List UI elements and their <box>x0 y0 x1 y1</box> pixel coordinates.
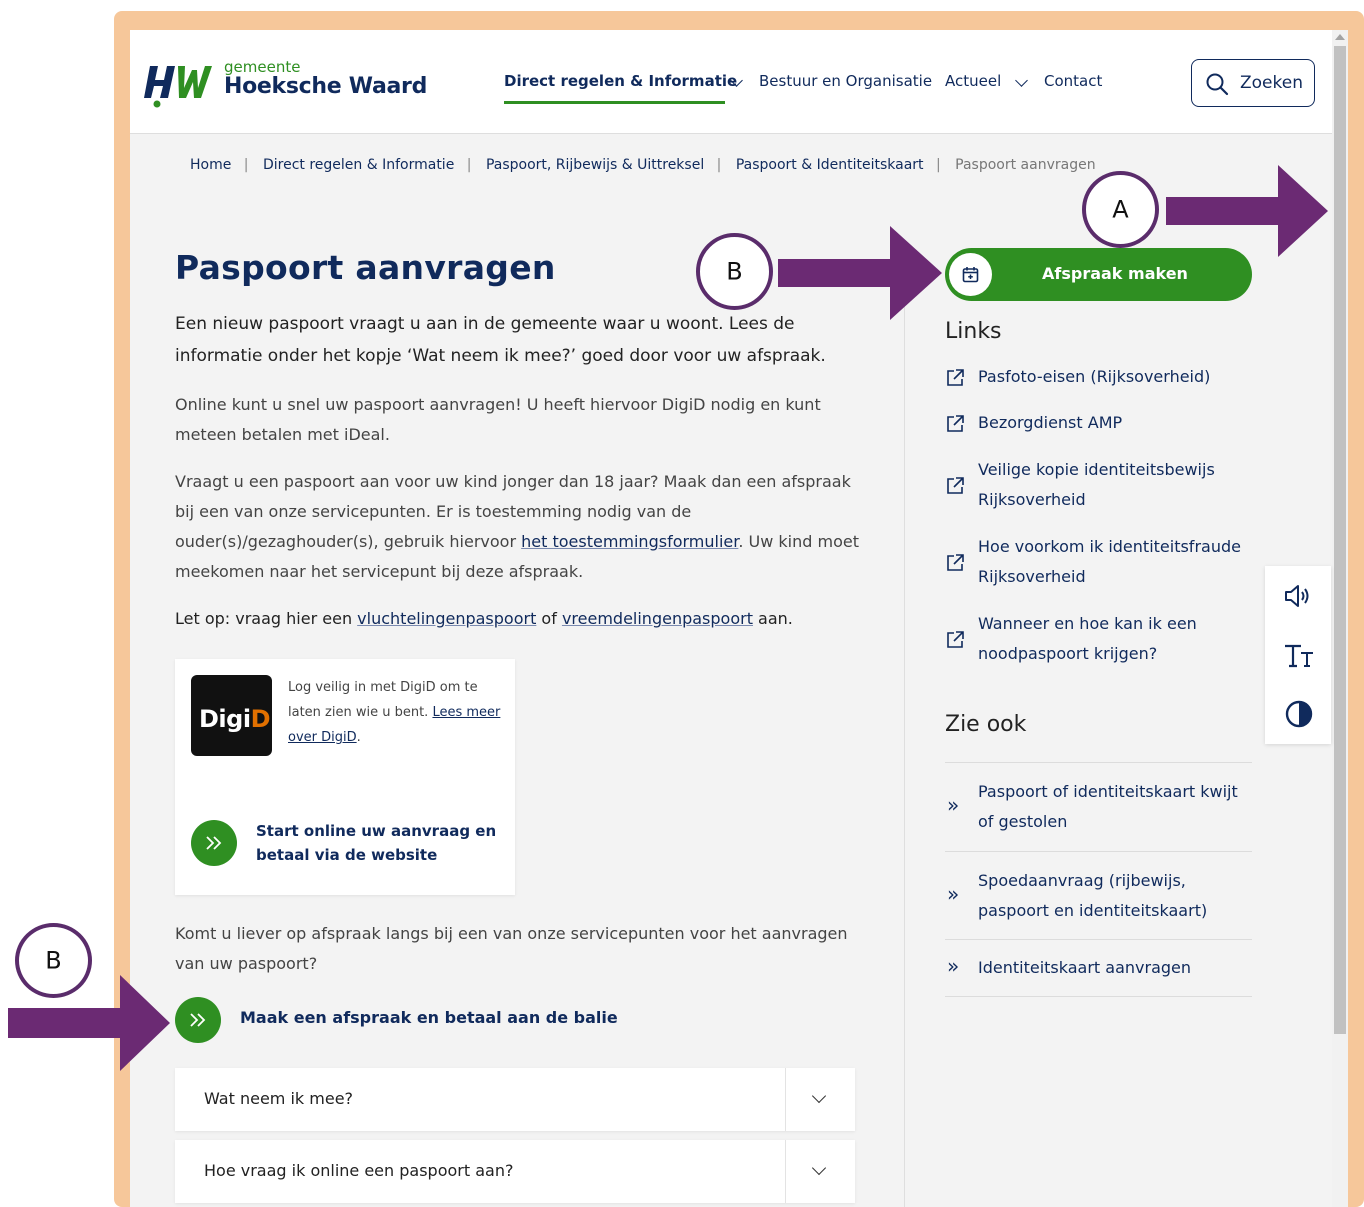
double-chevron-right-icon <box>206 836 222 850</box>
nav-actueel[interactable]: Actueel <box>945 72 1001 90</box>
text-size-icon[interactable] <box>1283 642 1317 670</box>
breadcrumb-paspoort-identiteitskaart[interactable]: Paspoort & Identiteitskaart <box>736 157 924 173</box>
let-op-of: of <box>536 609 562 628</box>
breadcrumb: Home | Direct regelen & Informatie | Pas… <box>190 157 1096 173</box>
nav-contact[interactable]: Contact <box>1044 72 1102 90</box>
see-also-item[interactable]: » Spoedaanvraag (rijbewijs, paspoort en … <box>945 851 1252 939</box>
sidebar-divider <box>904 294 905 1207</box>
digid-info: Log veilig in met DigiD om te laten zien… <box>288 675 508 750</box>
calendar-plus-icon <box>962 267 979 283</box>
see-also-label: of gestolen <box>978 812 1068 831</box>
accessibility-toolbar <box>1265 566 1331 744</box>
calendar-icon <box>949 253 992 296</box>
link-label: Hoe voorkom ik identiteitsfraude <box>978 537 1241 556</box>
links-heading: Links <box>945 319 1002 344</box>
see-also-divider <box>945 996 1252 997</box>
digid-card: DigiD Log veilig in met DigiD om te late… <box>175 659 515 895</box>
link-label: Veilige kopie identiteitsbewijs <box>978 460 1215 479</box>
child-paragraph: Vraagt u een paspoort aan voor uw kind j… <box>175 467 865 587</box>
annotation-arrow-icon <box>1166 165 1328 257</box>
vluchtelingenpaspoort-link[interactable]: vluchtelingenpaspoort <box>357 609 536 628</box>
digid-logo-text-a: Digi <box>199 705 251 733</box>
external-link-icon <box>947 631 964 648</box>
digid-info-end: . <box>356 730 361 745</box>
digid-logo: DigiD <box>191 675 272 756</box>
logo-mark-icon[interactable] <box>144 58 214 108</box>
afspraak-balie-link[interactable]: Maak een afspraak en betaal aan de balie <box>240 1008 618 1027</box>
chevron-down-icon[interactable] <box>1015 74 1028 87</box>
see-also-label: Identiteitskaart aanvragen <box>978 958 1192 977</box>
let-op-text: Let op: vraag hier een <box>175 609 358 628</box>
toestemmingsformulier-link[interactable]: het toestemmingsformulier <box>521 532 738 551</box>
logo-title[interactable]: Hoeksche Waard <box>224 74 427 99</box>
contrast-icon[interactable] <box>1285 700 1313 728</box>
double-chevron-right-icon: » <box>947 954 960 978</box>
external-link-icon <box>947 415 964 432</box>
annotation-b-label: B <box>726 256 743 285</box>
speaker-icon[interactable] <box>1283 583 1313 609</box>
let-op-end: aan. <box>752 609 793 628</box>
annotation-a-circle: A <box>1082 171 1159 248</box>
scrollbar-thumb[interactable] <box>1334 46 1346 1034</box>
accordion-online-aanvragen[interactable]: Hoe vraag ik online een paspoort aan? <box>175 1140 855 1203</box>
nav-bestuur[interactable]: Bestuur en Organisatie <box>759 72 932 90</box>
external-link-icon <box>947 554 964 571</box>
external-link-icon <box>947 477 964 494</box>
link-label: Rijksoverheid <box>978 490 1086 509</box>
search-icon <box>1206 73 1229 96</box>
chevron-down-icon[interactable] <box>811 1088 827 1104</box>
nav-direct-regelen[interactable]: Direct regelen & Informatie <box>504 72 737 90</box>
digid-logo-text-b: D <box>250 705 271 733</box>
page-title: Paspoort aanvragen <box>175 248 556 287</box>
let-op-paragraph: Let op: vraag hier een vluchtelingenpasp… <box>175 604 865 634</box>
accordion-divider <box>785 1140 786 1203</box>
link-label: Rijksoverheid <box>978 567 1086 586</box>
annotation-arrow-icon <box>8 975 170 1071</box>
afspraak-balie-button[interactable] <box>175 997 221 1043</box>
see-also-item[interactable]: » Paspoort of identiteitskaart kwijt of … <box>945 762 1252 851</box>
link-label: Pasfoto-eisen (Rijksoverheid) <box>978 367 1211 386</box>
link-label: noodpaspoort krijgen? <box>978 644 1158 663</box>
accordion-wat-neem-ik-mee[interactable]: Wat neem ik mee? <box>175 1068 855 1131</box>
breadcrumb-paspoort-rijbewijs[interactable]: Paspoort, Rijbewijs & Uittreksel <box>486 157 704 173</box>
scroll-up-arrow[interactable] <box>1335 34 1345 40</box>
accordion-divider <box>785 1068 786 1131</box>
afspraak-paragraph: Komt u liever op afspraak langs bij een … <box>175 924 848 973</box>
annotation-arrow-icon <box>778 226 942 320</box>
intro-text: Een nieuw paspoort vraagt u aan in de ge… <box>175 314 826 366</box>
link-label: Bezorgdienst AMP <box>978 413 1123 432</box>
see-also-label: Spoedaanvraag (rijbewijs, <box>978 871 1186 890</box>
breadcrumb-direct-regelen[interactable]: Direct regelen & Informatie <box>263 157 454 173</box>
online-paragraph: Online kunt u snel uw paspoort aanvragen… <box>175 395 821 444</box>
see-also-item[interactable]: » Identiteitskaart aanvragen <box>945 939 1252 996</box>
see-also-label: Paspoort of identiteitskaart kwijt <box>978 782 1238 801</box>
digid-start-link[interactable]: Start online uw aanvraag en betaal via d… <box>256 819 506 867</box>
breadcrumb-current: Paspoort aanvragen <box>955 157 1096 173</box>
nav-active-underline <box>504 101 725 104</box>
double-chevron-right-icon <box>190 1013 206 1027</box>
search-label: Zoeken <box>1240 73 1303 93</box>
zie-ook-heading: Zie ook <box>945 712 1027 737</box>
see-also-label: paspoort en identiteitskaart) <box>978 901 1208 920</box>
search-button[interactable]: Zoeken <box>1191 59 1315 107</box>
double-chevron-right-icon: » <box>947 882 960 906</box>
annotation-a-label: A <box>1112 194 1129 223</box>
site-header: gemeente Hoeksche Waard Direct regelen &… <box>130 30 1332 134</box>
external-link-icon <box>947 369 964 386</box>
breadcrumb-home[interactable]: Home <box>190 157 231 173</box>
double-chevron-right-icon: » <box>947 793 960 817</box>
annotation-b-circle: B <box>696 233 773 310</box>
chevron-down-icon[interactable] <box>811 1160 827 1176</box>
digid-logo-text: DigiD <box>199 705 270 733</box>
accordion-label: Hoe vraag ik online een paspoort aan? <box>204 1161 514 1180</box>
vreemdelingenpaspoort-link[interactable]: vreemdelingenpaspoort <box>562 609 753 628</box>
accordion-label: Wat neem ik mee? <box>204 1089 354 1108</box>
afspraak-maken-label: Afspraak maken <box>1042 264 1188 283</box>
link-label: Wanneer en hoe kan ik een <box>978 614 1197 633</box>
annotation-b-label: B <box>45 945 62 974</box>
digid-start-button[interactable] <box>191 820 237 866</box>
